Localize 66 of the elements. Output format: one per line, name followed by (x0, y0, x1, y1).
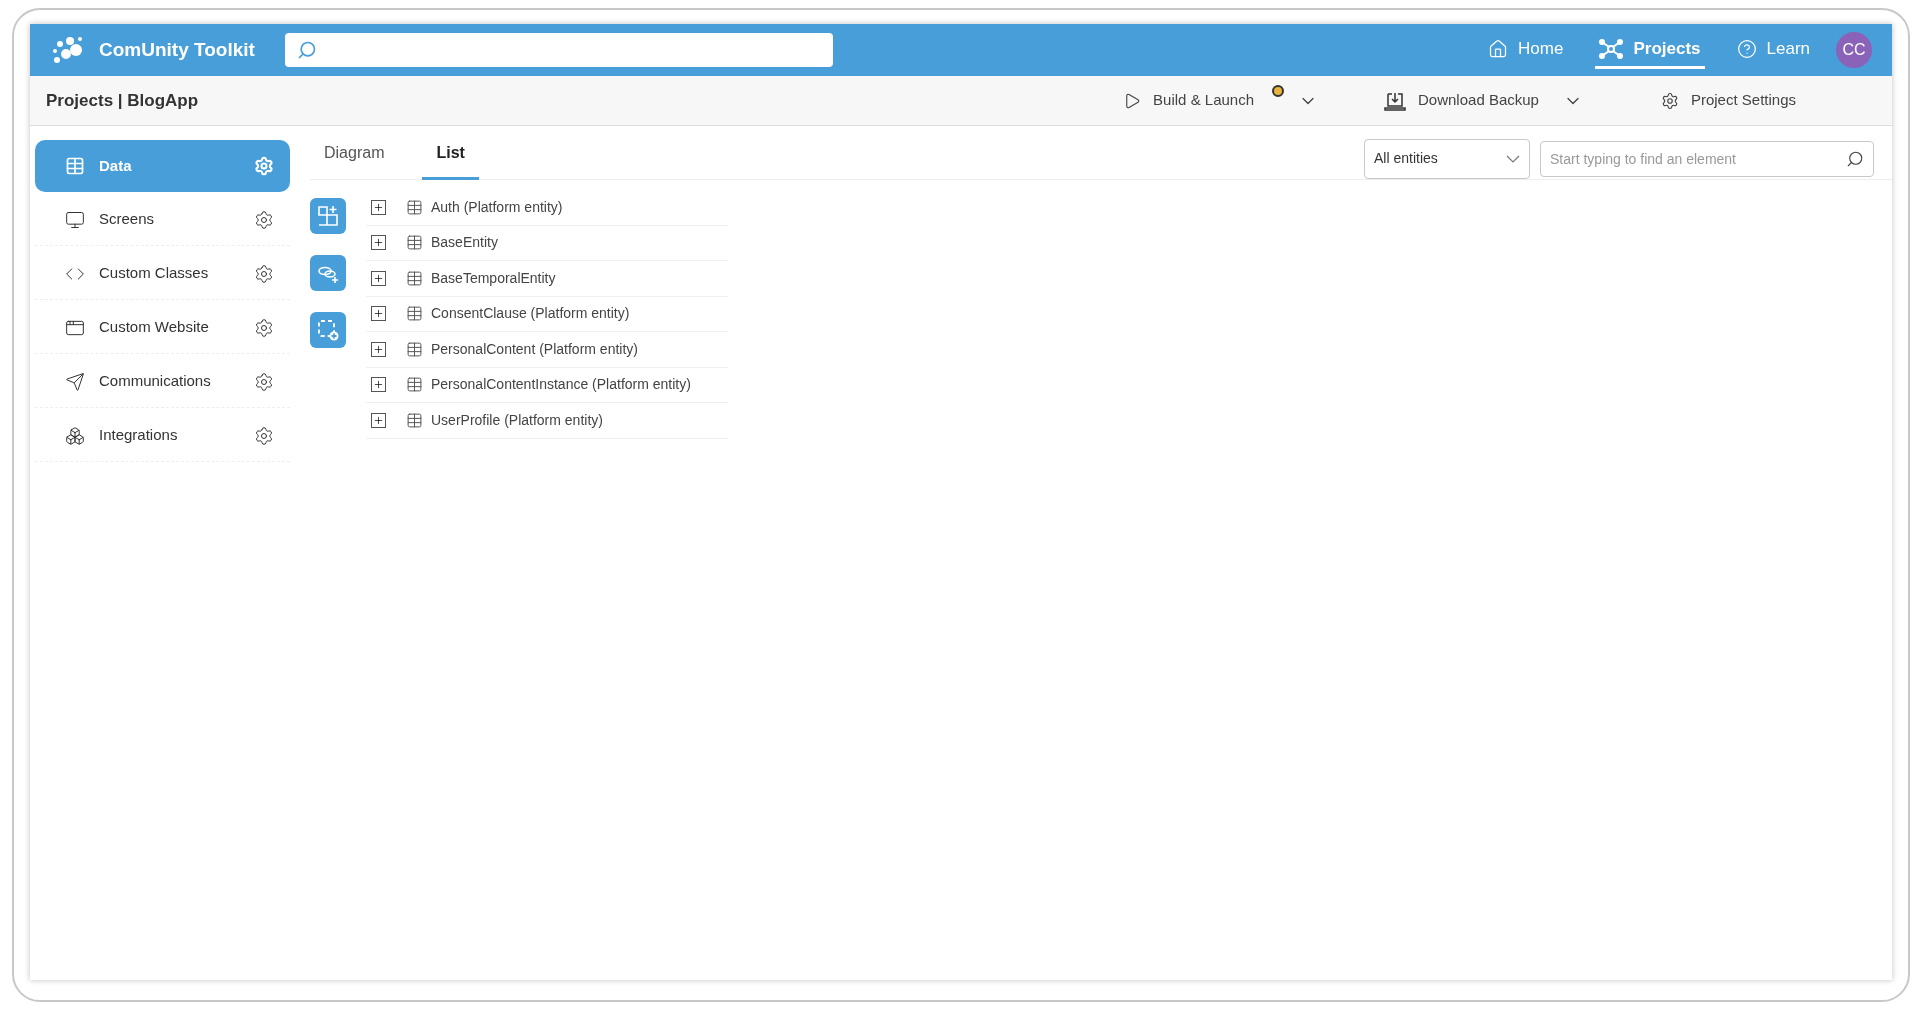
table-icon (406, 411, 423, 429)
sidebar-item[interactable]: Screens (35, 194, 290, 246)
boxes-icon (65, 425, 85, 446)
tab[interactable]: List (422, 125, 479, 180)
expand-icon[interactable] (371, 270, 386, 286)
expand-icon[interactable] (371, 199, 386, 215)
entity-row[interactable]: PersonalContent (Platform entity) (366, 332, 728, 368)
grid-plus-icon (316, 204, 340, 228)
search-icon (1846, 149, 1864, 168)
table-icon (65, 156, 85, 176)
entity-name: PersonalContentInstance (Platform entity) (431, 375, 691, 395)
user-avatar[interactable]: CC (1836, 32, 1872, 68)
expand-icon[interactable] (371, 341, 386, 357)
entity-row[interactable]: BaseEntity (366, 225, 728, 261)
dashed-square-plus-icon (316, 318, 340, 342)
breadcrumb: Projects | BlogApp (46, 89, 199, 112)
expand-icon[interactable] (371, 306, 386, 322)
help-icon (1736, 38, 1757, 59)
settings-icon[interactable] (254, 317, 274, 338)
app-title: ComUnity Toolkit (99, 37, 255, 62)
sidebar-item[interactable]: Custom Classes (35, 248, 290, 300)
element-search-field[interactable]: Start typing to find an element (1540, 140, 1874, 177)
entity-filter-dropdown[interactable]: All entities (1364, 138, 1530, 179)
settings-icon[interactable] (254, 425, 274, 446)
play-icon (1123, 91, 1142, 110)
entity-name: UserProfile (Platform entity) (431, 410, 603, 430)
add-relation-button[interactable] (310, 255, 346, 291)
entity-name: Auth (Platform entity) (431, 197, 563, 217)
settings-icon[interactable] (254, 371, 274, 392)
expand-icon[interactable] (371, 377, 386, 393)
search-icon (296, 40, 317, 60)
tab[interactable]: Diagram (310, 125, 399, 180)
entity-row[interactable]: Auth (Platform entity) (366, 190, 728, 226)
table-icon (406, 305, 423, 323)
table-icon (406, 234, 423, 252)
entity-row[interactable]: UserProfile (Platform entity) (366, 403, 728, 439)
sidebar-item[interactable]: Custom Website (35, 302, 290, 354)
network-icon (1599, 37, 1624, 60)
entity-row[interactable]: PersonalContentInstance (Platform entity) (366, 367, 728, 403)
table-icon (406, 340, 423, 358)
download-icon (1384, 90, 1406, 111)
chevron-down-icon (1506, 154, 1520, 163)
sidebar-item[interactable]: Communications (35, 356, 290, 408)
table-icon (406, 376, 423, 394)
home-icon (1488, 38, 1509, 59)
settings-icon[interactable] (254, 263, 274, 284)
search-field[interactable] (284, 33, 833, 67)
add-entity-button[interactable] (310, 198, 346, 234)
sidebar-item[interactable]: Integrations (35, 410, 290, 462)
send-icon (65, 371, 85, 392)
expand-icon[interactable] (371, 235, 386, 251)
download-backup-button[interactable]: Download Backup (1384, 89, 1539, 112)
entity-row[interactable]: ConsentClause (Platform entity) (366, 296, 728, 332)
settings-icon[interactable] (254, 209, 274, 230)
entity-name: PersonalContent (Platform entity) (431, 339, 638, 359)
table-icon (406, 269, 423, 287)
table-icon (406, 198, 423, 216)
entity-name: BaseEntity (431, 233, 498, 253)
entity-name: BaseTemporalEntity (431, 268, 556, 288)
build-launch-button[interactable]: Build & Launch (1123, 89, 1254, 112)
project-settings-button[interactable]: Project Settings (1660, 89, 1796, 112)
expand-icon[interactable] (371, 412, 386, 428)
add-group-button[interactable] (310, 312, 346, 348)
entity-name: ConsentClause (Platform entity) (431, 304, 630, 324)
entity-row[interactable]: BaseTemporalEntity (366, 261, 728, 297)
settings-icon (1660, 91, 1679, 110)
